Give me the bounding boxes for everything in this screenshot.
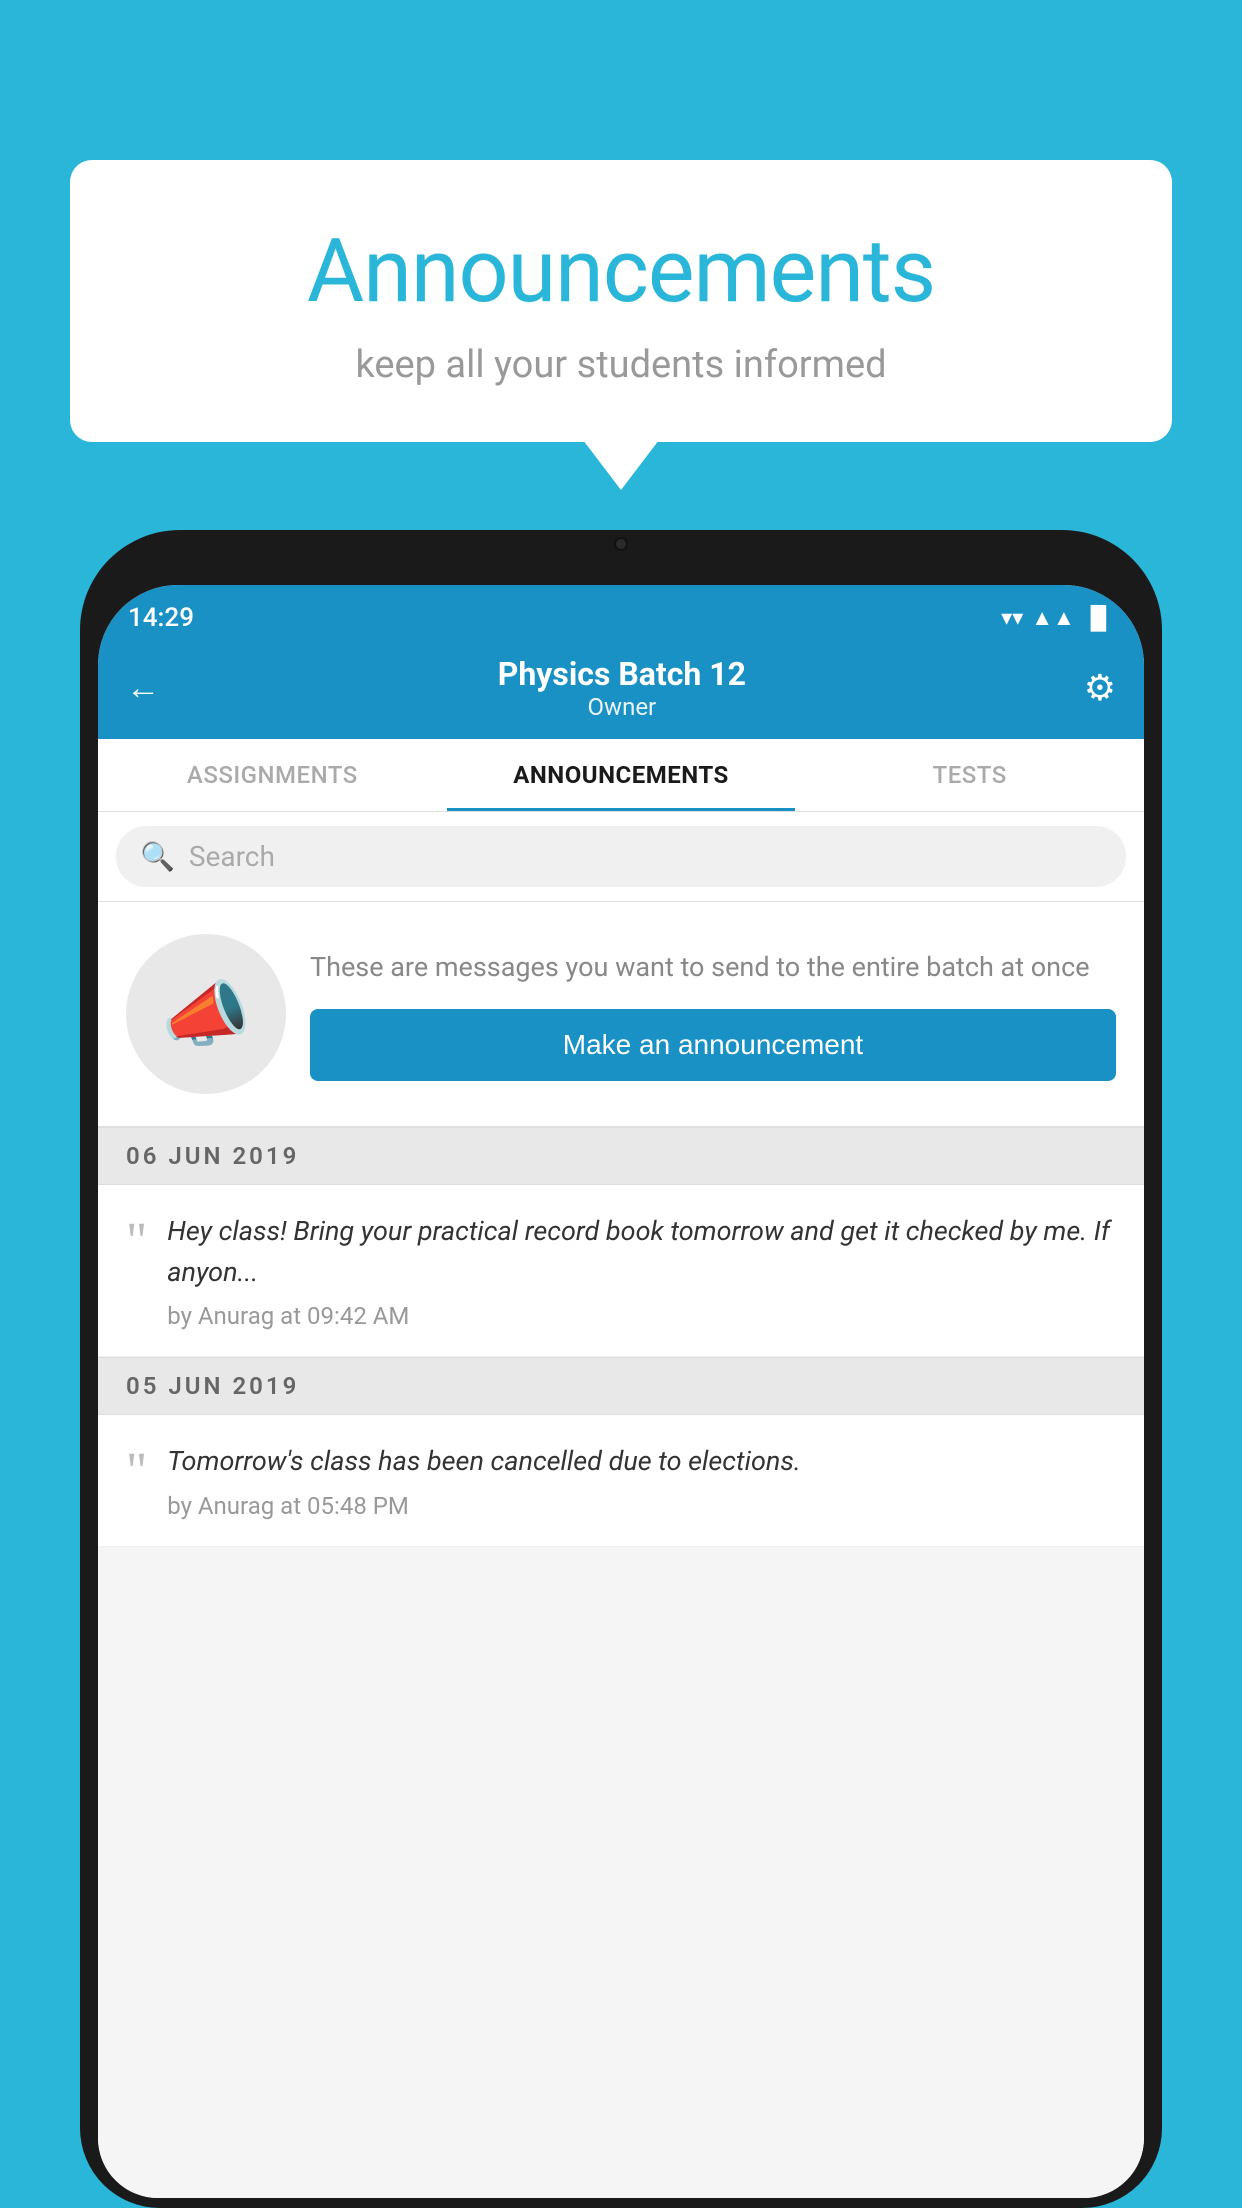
speech-bubble-subtitle: keep all your students informed [110,343,1132,387]
status-bar: 14:29 ▾▾ ▲▲ ▐▌ [98,585,1144,641]
announcement-meta-1: by Anurag at 09:42 AM [167,1302,1116,1330]
tabs-bar: ASSIGNMENTS ANNOUNCEMENTS TESTS [98,739,1144,812]
date-divider-1: 06 JUN 2019 [98,1127,1144,1185]
back-button[interactable]: ← [126,668,160,708]
make-announcement-button[interactable]: Make an announcement [310,1009,1116,1081]
search-bar[interactable]: 🔍 Search [116,826,1126,887]
speech-bubble-title: Announcements [110,220,1132,323]
tab-tests[interactable]: TESTS [795,739,1144,811]
speech-bubble: Announcements keep all your students inf… [70,160,1172,442]
announcement-item-1: " Hey class! Bring your practical record… [98,1185,1144,1357]
phone-screen: 14:29 ▾▾ ▲▲ ▐▌ ← Physics Batch 12 Owner … [98,585,1144,2198]
promo-description: These are messages you want to send to t… [310,947,1116,988]
tab-announcements[interactable]: ANNOUNCEMENTS [447,739,796,811]
announcement-content-2: Tomorrow's class has been cancelled due … [167,1441,1116,1520]
date-divider-2: 05 JUN 2019 [98,1357,1144,1415]
announcement-item-2: " Tomorrow's class has been cancelled du… [98,1415,1144,1547]
quote-icon-2: " [126,1446,147,1498]
status-time: 14:29 [128,603,194,633]
notch [576,530,666,558]
battery-icon: ▐▌ [1083,605,1114,631]
header-title-block: Physics Batch 12 Owner [498,655,746,721]
search-input-placeholder: Search [189,840,275,873]
tab-assignments[interactable]: ASSIGNMENTS [98,739,447,811]
search-icon: 🔍 [140,840,175,873]
gear-icon[interactable]: ⚙ [1084,667,1116,709]
wifi-icon: ▾▾ [1001,606,1023,631]
announcement-meta-2: by Anurag at 05:48 PM [167,1492,1116,1520]
promo-content: These are messages you want to send to t… [310,947,1116,1082]
camera-dot [614,537,628,551]
promo-card: 📣 These are messages you want to send to… [98,902,1144,1127]
header-title: Physics Batch 12 [498,655,746,693]
app-header: ← Physics Batch 12 Owner ⚙ [98,641,1144,739]
promo-icon-circle: 📣 [126,934,286,1094]
megaphone-icon: 📣 [161,972,251,1057]
signal-icon: ▲▲ [1031,605,1075,631]
speech-bubble-container: Announcements keep all your students inf… [70,160,1172,442]
status-icons: ▾▾ ▲▲ ▐▌ [1001,605,1114,631]
announcement-text-1: Hey class! Bring your practical record b… [167,1211,1116,1292]
header-subtitle: Owner [498,693,746,721]
search-container: 🔍 Search [98,812,1144,902]
announcement-content-1: Hey class! Bring your practical record b… [167,1211,1116,1330]
announcement-text-2: Tomorrow's class has been cancelled due … [167,1441,1116,1482]
content-area: 🔍 Search 📣 These are messages you want t… [98,812,1144,2198]
quote-icon-1: " [126,1216,147,1268]
phone-frame: 14:29 ▾▾ ▲▲ ▐▌ ← Physics Batch 12 Owner … [80,530,1162,2208]
